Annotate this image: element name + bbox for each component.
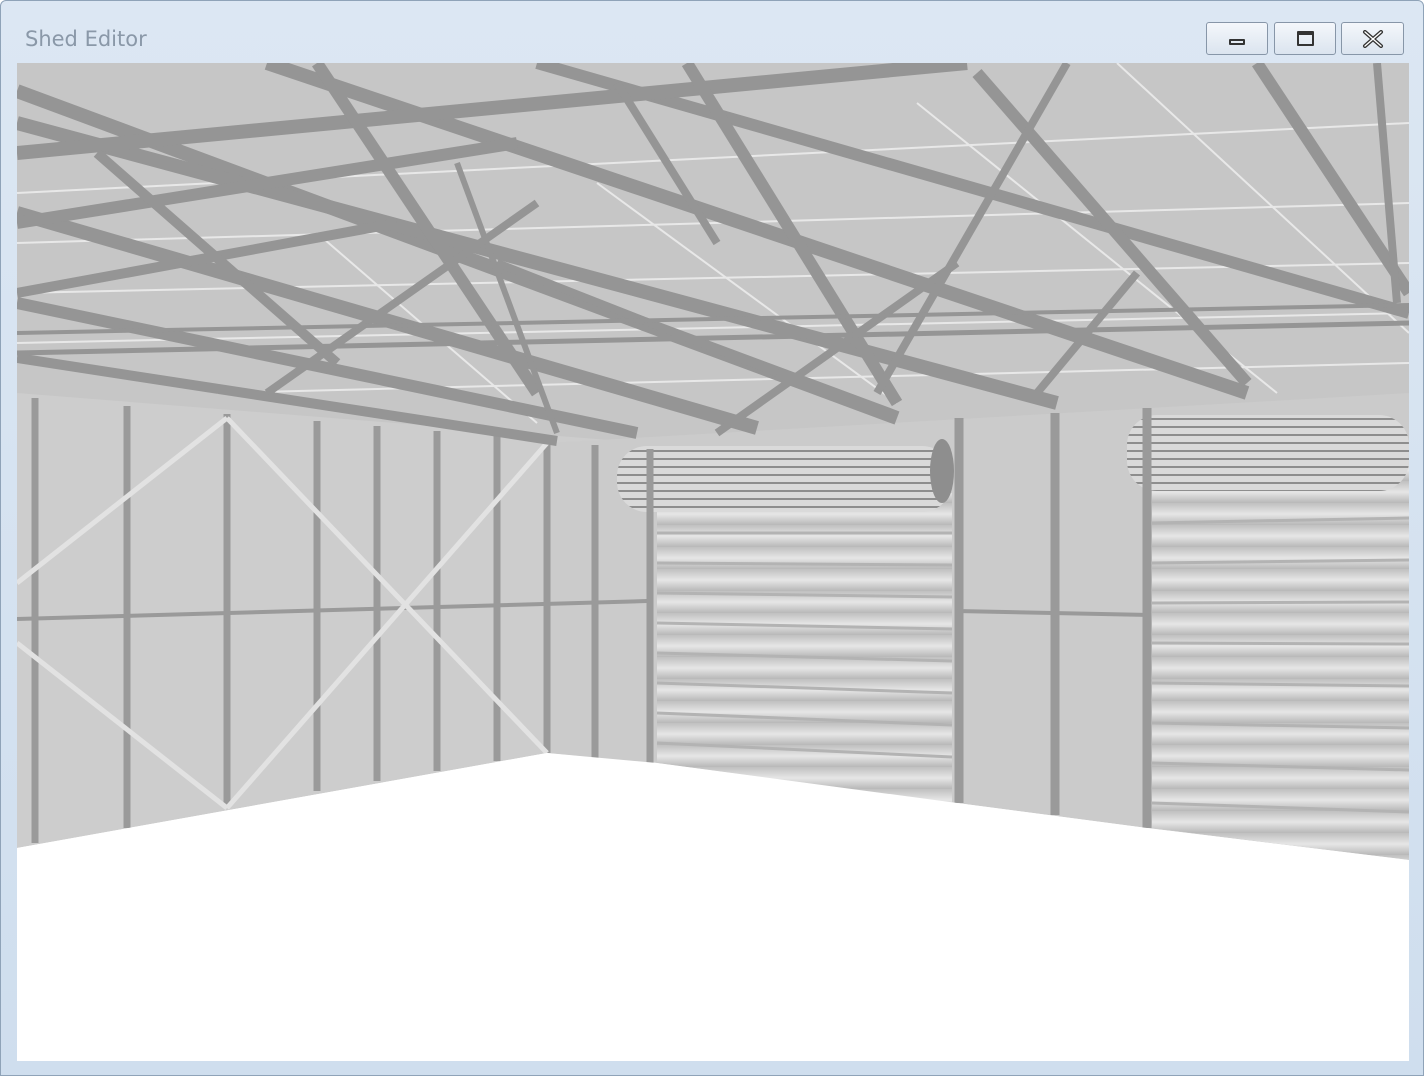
window-title: Shed Editor — [25, 27, 147, 51]
minimize-button[interactable] — [1206, 22, 1268, 55]
3d-viewport[interactable] — [17, 63, 1409, 1061]
maximize-icon — [1296, 31, 1314, 46]
close-icon — [1362, 29, 1383, 48]
roller-drum-left-end — [930, 439, 954, 503]
app-window: Shed Editor — [0, 0, 1424, 1076]
minimize-icon — [1229, 38, 1245, 45]
roller-door-left — [657, 493, 952, 803]
maximize-button[interactable] — [1274, 22, 1336, 55]
roller-drum-left — [617, 446, 952, 512]
roller-drum-right — [1127, 415, 1409, 491]
close-button[interactable] — [1341, 22, 1404, 55]
shed-scene — [17, 63, 1409, 1061]
